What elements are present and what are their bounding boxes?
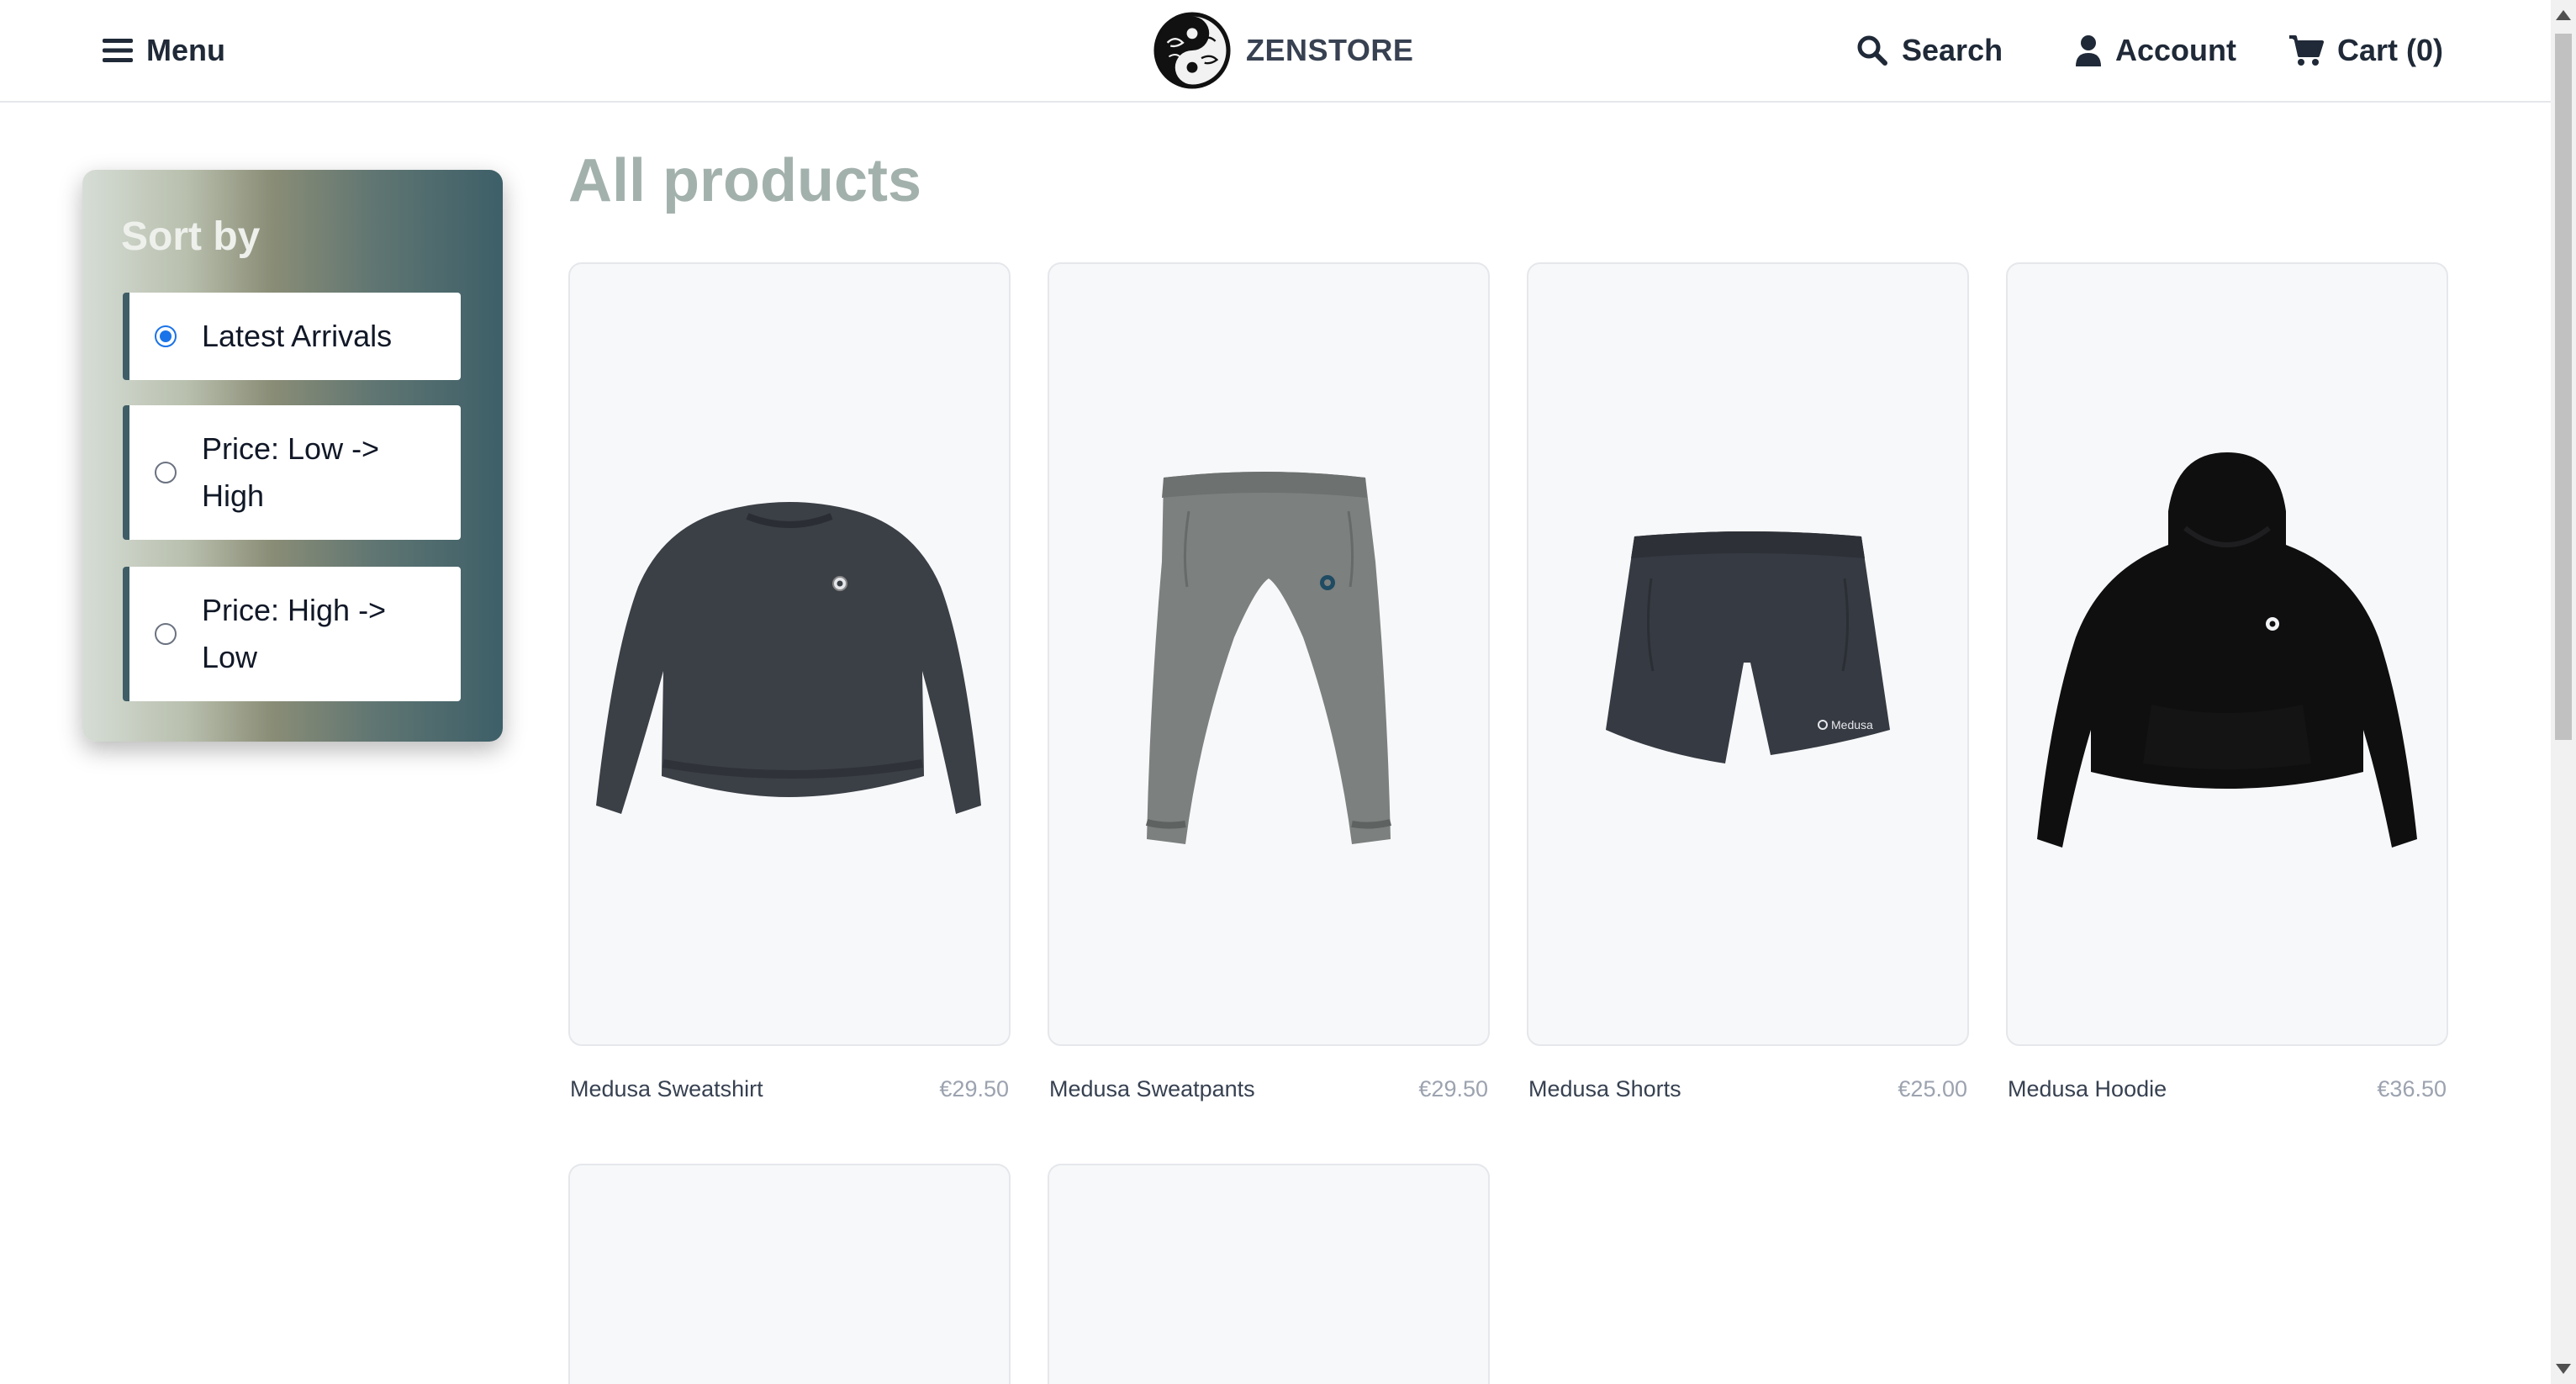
svg-text:Medusa: Medusa (1831, 718, 1873, 732)
product-thumbnail[interactable]: Medusa (1527, 262, 1969, 1046)
hamburger-icon (103, 39, 133, 62)
cart-button[interactable]: Cart (0) (2288, 0, 2443, 101)
search-icon (1857, 35, 1887, 66)
product-thumbnail[interactable] (568, 1164, 1011, 1384)
search-button[interactable]: Search (1856, 0, 2003, 101)
product-thumbnail[interactable] (1048, 262, 1490, 1046)
sort-panel: Sort by Latest Arrivals Price: Low -> Hi… (82, 170, 503, 742)
product-thumbnail[interactable] (2006, 262, 2448, 1046)
radio-button-checked[interactable] (155, 325, 177, 347)
shorts-image: Medusa (1606, 531, 1890, 763)
sweatpants-image (1145, 472, 1391, 844)
sort-option-label: Latest Arrivals (202, 319, 393, 353)
brand-name: ZENSTORE (1246, 33, 1414, 67)
product-thumbnail[interactable] (1048, 1164, 1490, 1384)
product-thumbnail[interactable] (568, 262, 1011, 1046)
product-price: €25.00 (1898, 1076, 1967, 1101)
product-price: €29.50 (1418, 1076, 1488, 1101)
product-card[interactable]: Medusa Hoodie €36.50 (2006, 262, 2448, 1102)
product-name[interactable]: Medusa Sweatshirt (570, 1076, 763, 1102)
product-price: €36.50 (2377, 1076, 2447, 1101)
radio-button[interactable] (155, 623, 177, 645)
radio-button[interactable] (155, 462, 177, 483)
sort-option-price-high-low[interactable]: Price: High -> Low (123, 567, 461, 701)
scroll-thumb[interactable] (2555, 34, 2572, 740)
storefront-page: Menu ZENSTORE Search Account Cart (0) So… (0, 0, 2576, 1384)
sort-title: Sort by (121, 214, 261, 259)
sort-option-latest-arrivals[interactable]: Latest Arrivals (123, 293, 461, 380)
scroll-up-arrow-icon[interactable] (2556, 10, 2571, 20)
brand-logo-link[interactable]: ZENSTORE (1153, 0, 1413, 101)
product-price: €29.50 (939, 1076, 1009, 1101)
product-info: Medusa Sweatshirt €29.50 (568, 1076, 1011, 1102)
product-card[interactable] (1048, 1164, 1490, 1384)
search-label: Search (1902, 33, 2003, 67)
product-card[interactable]: Medusa Medusa Shorts €25.00 (1527, 262, 1969, 1102)
yin-yang-logo-icon (1153, 12, 1231, 89)
account-label: Account (2115, 33, 2236, 67)
menu-button[interactable]: Menu (103, 0, 225, 101)
page-scrollbar[interactable] (2551, 0, 2576, 1384)
product-card[interactable]: Medusa Sweatshirt €29.50 (568, 262, 1011, 1102)
product-info: Medusa Sweatpants €29.50 (1048, 1076, 1490, 1102)
sort-option-label: Price: Low -> High (202, 431, 380, 513)
cart-icon (2289, 35, 2324, 66)
menu-label: Menu (146, 33, 225, 67)
account-button[interactable]: Account (2075, 0, 2236, 101)
product-name[interactable]: Medusa Hoodie (2008, 1076, 2167, 1102)
sweatshirt-image (596, 502, 981, 814)
page-title: All products (568, 147, 922, 214)
product-name[interactable]: Medusa Sweatpants (1049, 1076, 1255, 1102)
product-info: Medusa Shorts €25.00 (1527, 1076, 1969, 1102)
scroll-down-arrow-icon[interactable] (2556, 1364, 2571, 1374)
top-navigation: Menu ZENSTORE Search Account Cart (0) (0, 0, 2551, 103)
sort-option-label: Price: High -> Low (202, 593, 387, 674)
product-name[interactable]: Medusa Shorts (1528, 1076, 1681, 1102)
cart-label: Cart (0) (2337, 33, 2444, 67)
product-info: Medusa Hoodie €36.50 (2006, 1076, 2448, 1102)
sort-option-price-low-high[interactable]: Price: Low -> High (123, 405, 461, 540)
product-card[interactable] (568, 1164, 1011, 1384)
product-card[interactable]: Medusa Sweatpants €29.50 (1048, 262, 1490, 1102)
hoodie-image (2037, 452, 2417, 848)
user-icon (2076, 35, 2101, 66)
